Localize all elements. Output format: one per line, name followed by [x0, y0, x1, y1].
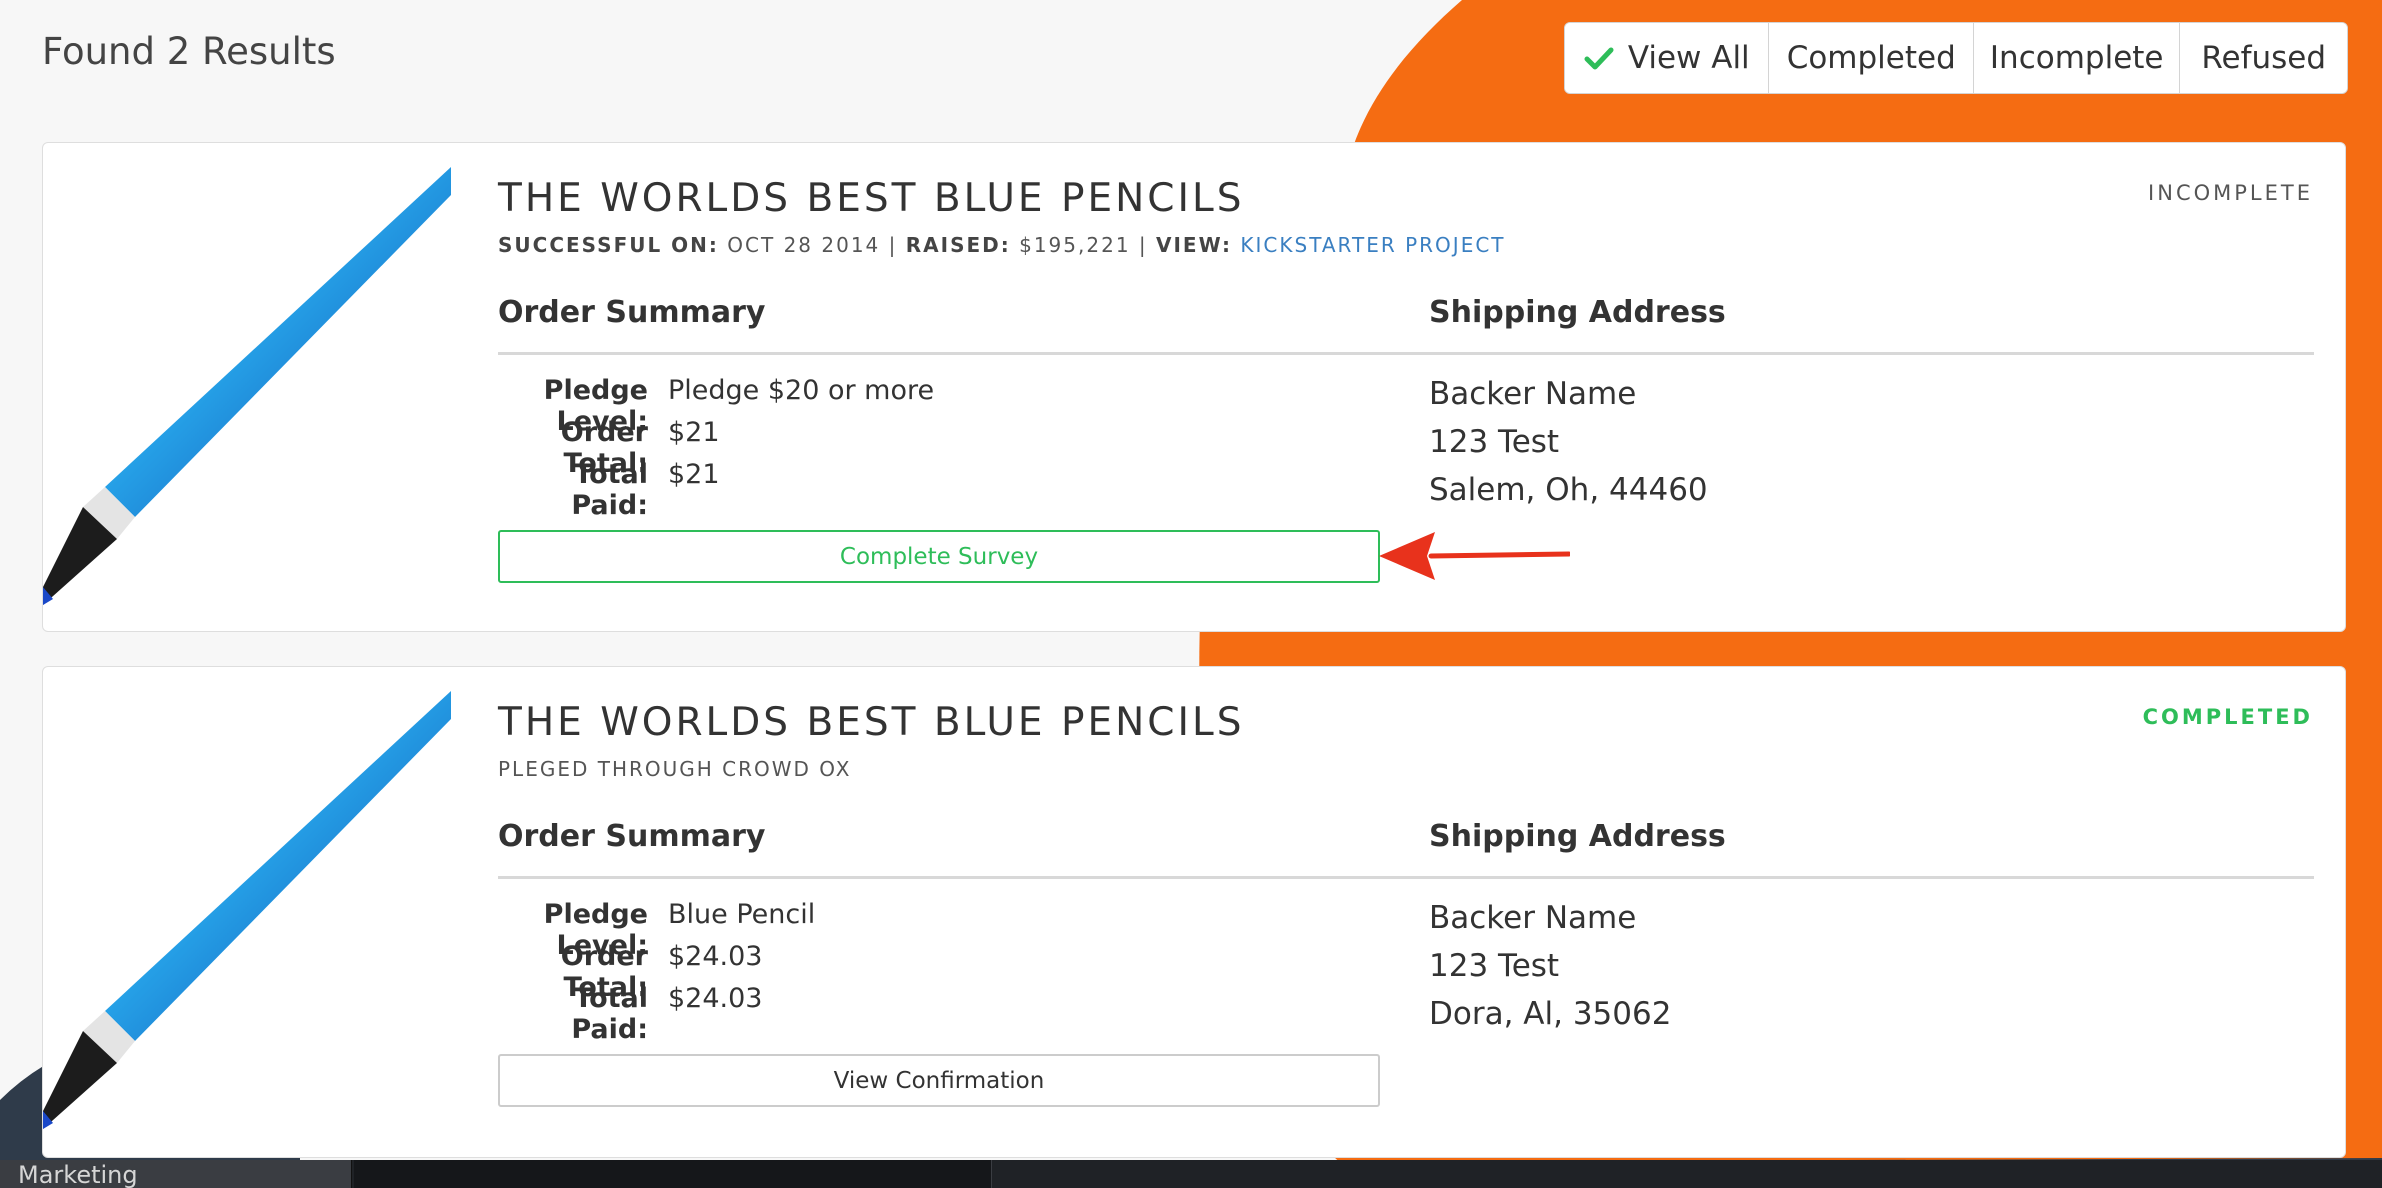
- shipping-address-heading: Shipping Address: [1429, 295, 1726, 330]
- status-filter-group: View All Completed Incomplete Refused: [1564, 22, 2348, 94]
- total-paid-row: Total Paid: $21: [498, 459, 720, 521]
- address-city-state-zip: Salem, Oh, 44460: [1429, 472, 1708, 508]
- address-street: 123 Test: [1429, 424, 1560, 460]
- raised-value: $195,221: [1019, 233, 1131, 257]
- filter-completed-label: Completed: [1786, 40, 1956, 76]
- meta-separator: |: [888, 233, 898, 257]
- meta-separator: |: [1138, 233, 1148, 257]
- shipping-address-heading: Shipping Address: [1429, 819, 1726, 854]
- check-icon: [1584, 43, 1614, 73]
- section-divider: [498, 352, 2314, 355]
- order-summary-heading: Order Summary: [498, 819, 766, 854]
- total-paid-value: $21: [668, 459, 720, 490]
- order-card: THE WORLDS BEST BLUE PENCILS SUCCESSFUL …: [42, 142, 2346, 632]
- results-count-heading: Found 2 Results: [42, 30, 336, 73]
- raised-label: RAISED:: [905, 233, 1011, 257]
- total-paid-row: Total Paid: $24.03: [498, 983, 762, 1045]
- filter-incomplete-label: Incomplete: [1989, 40, 2164, 76]
- blue-pencil-image: [43, 167, 451, 607]
- total-paid-label: Total Paid:: [571, 983, 648, 1045]
- successful-on-label: SUCCESSFUL ON:: [498, 233, 719, 257]
- taskbar: Marketing: [0, 1160, 2382, 1188]
- filter-incomplete-button[interactable]: Incomplete: [1973, 23, 2181, 93]
- status-badge: INCOMPLETE: [2148, 181, 2313, 205]
- view-label: VIEW:: [1156, 233, 1233, 257]
- taskbar-tab[interactable]: [354, 1160, 992, 1188]
- order-card: THE WORLDS BEST BLUE PENCILS PLEGED THRO…: [42, 666, 2346, 1158]
- filter-completed-button[interactable]: Completed: [1769, 23, 1974, 93]
- total-paid-label: Total Paid:: [571, 459, 648, 521]
- taskbar-item-marketing[interactable]: Marketing: [0, 1160, 352, 1188]
- project-meta: SUCCESSFUL ON: OCT 28 2014 | RAISED: $19…: [498, 233, 1506, 257]
- blue-pencil-image: [43, 691, 451, 1131]
- section-divider: [498, 876, 2314, 879]
- filter-view-all-button[interactable]: View All: [1565, 23, 1770, 93]
- filter-refused-button[interactable]: Refused: [2180, 23, 2347, 93]
- project-title: THE WORLDS BEST BLUE PENCILS: [498, 176, 1245, 221]
- project-subtitle: PLEGED THROUGH CROWD OX: [498, 757, 852, 781]
- project-title: THE WORLDS BEST BLUE PENCILS: [498, 700, 1245, 745]
- successful-on-value: OCT 28 2014: [727, 233, 881, 257]
- address-street: 123 Test: [1429, 948, 1560, 984]
- total-paid-value: $24.03: [668, 983, 763, 1014]
- complete-survey-button[interactable]: Complete Survey: [498, 530, 1380, 583]
- filter-refused-label: Refused: [2201, 40, 2327, 76]
- kickstarter-project-link[interactable]: KICKSTARTER PROJECT: [1240, 233, 1505, 257]
- red-arrow-icon: [1379, 532, 1570, 580]
- address-name: Backer Name: [1429, 900, 1637, 936]
- order-summary-heading: Order Summary: [498, 295, 766, 330]
- status-badge: COMPLETED: [2142, 705, 2313, 729]
- address-city-state-zip: Dora, Al, 35062: [1429, 996, 1672, 1032]
- address-name: Backer Name: [1429, 376, 1637, 412]
- filter-view-all-label: View All: [1627, 40, 1750, 76]
- view-confirmation-button[interactable]: View Confirmation: [498, 1054, 1380, 1107]
